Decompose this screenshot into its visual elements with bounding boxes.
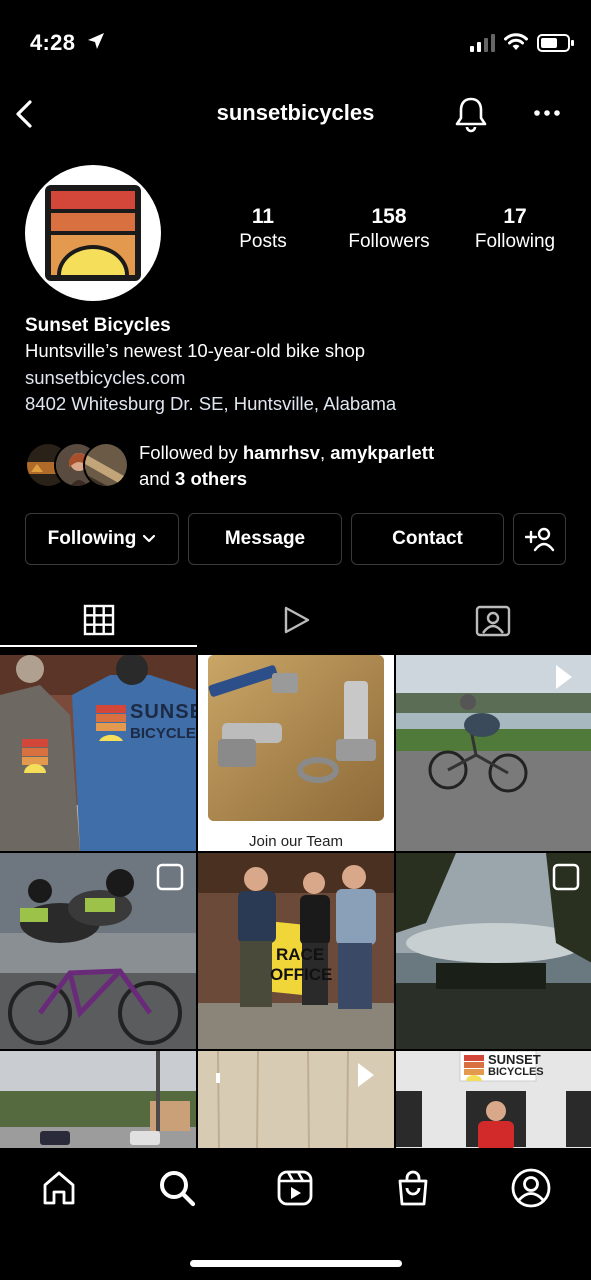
followed-by-and: and — [139, 468, 176, 489]
suggested-users-button[interactable] — [513, 513, 566, 565]
tab-tagged[interactable] — [394, 595, 591, 645]
reels-icon — [284, 606, 309, 634]
location-arrow-icon — [88, 33, 104, 49]
nav-search-button[interactable] — [155, 1166, 199, 1210]
cellular-signal-icon — [470, 34, 495, 52]
post-parking-lot[interactable] — [0, 1051, 196, 1148]
nav-profile-button[interactable] — [509, 1166, 553, 1210]
bell-icon — [455, 97, 487, 133]
more-dots-icon — [534, 110, 560, 116]
tagged-icon — [475, 605, 510, 637]
followed-by-prefix: Followed by — [139, 442, 243, 463]
tab-reels[interactable] — [197, 595, 394, 645]
following-dropdown-button[interactable]: Following — [25, 513, 179, 565]
profile-header-bar: sunsetbicycles — [0, 88, 591, 140]
posts-label: Posts — [239, 231, 287, 252]
following-button-label: Following — [47, 528, 137, 549]
post-shop-storefront[interactable]: SUNSET BICYCLES — [396, 1051, 591, 1148]
notifications-bell-button[interactable] — [452, 94, 490, 134]
followed-by-user-2: amykparlett — [330, 442, 435, 463]
followers-count: 158 — [371, 205, 407, 228]
followed-by-separator: , — [319, 442, 331, 463]
home-icon — [43, 1171, 75, 1205]
more-options-button[interactable] — [530, 98, 564, 128]
profile-bio: Sunset Bicycles Huntsville’s newest 10-y… — [25, 314, 575, 418]
active-tab-indicator — [0, 645, 197, 647]
shop-icon — [398, 1170, 428, 1206]
storefront-sign-2: BICYCLES — [488, 1066, 544, 1078]
following-label: Following — [474, 231, 556, 252]
chevron-down-icon — [143, 534, 156, 543]
bio-text: Huntsville’s newest 10-year-old bike sho… — [25, 340, 366, 361]
profile-username-title: sunsetbicycles — [216, 100, 375, 125]
following-count: 17 — [503, 205, 527, 228]
search-icon — [160, 1171, 196, 1207]
post-tandem-bike[interactable] — [0, 853, 196, 1049]
mutual-avatar-3 — [83, 442, 129, 488]
status-time: 4:28 — [30, 30, 76, 55]
post-race-office[interactable]: RACE OFFICE — [198, 853, 394, 1049]
wifi-icon — [504, 33, 528, 50]
message-button[interactable]: Message — [188, 513, 342, 565]
post-sunset-group[interactable] — [396, 853, 591, 1049]
post-caption-join-team: Join our Team — [249, 833, 343, 850]
posts-count: 11 — [251, 205, 275, 228]
add-person-icon — [524, 527, 554, 552]
battery-icon — [537, 34, 574, 52]
post-join-our-team[interactable]: Join our Team — [198, 655, 394, 851]
tab-posts-grid[interactable] — [0, 595, 197, 645]
reels-nav-icon — [277, 1170, 313, 1206]
nav-reels-button[interactable] — [273, 1166, 317, 1210]
message-button-label: Message — [224, 528, 306, 549]
website-link[interactable]: sunsetbicycles.com — [25, 365, 575, 392]
profile-display-name: Sunset Bicycles — [25, 315, 171, 336]
home-indicator-bar[interactable] — [190, 1260, 402, 1267]
followed-by-text[interactable]: Followed by hamrhsv, amykparlett and 3 o… — [139, 440, 434, 492]
profile-icon — [511, 1168, 551, 1208]
grid-icon — [83, 604, 114, 636]
profile-content-tabs — [0, 595, 591, 650]
followed-by-others: 3 others — [175, 468, 247, 489]
bottom-navigation — [0, 1148, 591, 1280]
storefront-sign-1: SUNSET — [488, 1052, 541, 1067]
nav-shop-button[interactable] — [391, 1166, 435, 1210]
posts-stat[interactable]: 11 Posts — [203, 205, 323, 253]
race-office-sign-2: OFFICE — [270, 965, 333, 984]
address-link[interactable]: 8402 Whitesburg Dr. SE, Huntsville, Alab… — [25, 391, 575, 418]
followed-by-user-1: hamrhsv — [242, 442, 320, 463]
following-stat[interactable]: 17 Following — [455, 205, 575, 253]
followers-stat[interactable]: 158 Followers — [329, 205, 449, 253]
post-tshirts[interactable]: SUNSET BICYCLES — [0, 655, 196, 851]
nav-home-button[interactable] — [37, 1166, 81, 1210]
followers-label: Followers — [348, 231, 430, 252]
sunset-logo — [45, 185, 141, 281]
tshirt-print-2: BICYCLES — [130, 725, 196, 742]
status-bar: 4:28 — [0, 0, 591, 88]
contact-button-label: Contact — [392, 528, 463, 549]
contact-button[interactable]: Contact — [351, 513, 504, 565]
mutual-followers-avatars[interactable] — [25, 442, 129, 488]
post-wood-panel[interactable] — [198, 1051, 394, 1148]
tshirt-print-1: SUNSET — [130, 701, 196, 723]
profile-avatar[interactable] — [25, 165, 161, 301]
race-office-sign-1: RACE — [276, 945, 325, 964]
posts-grid: SUNSET BICYCLES Join our Team — [0, 655, 591, 1148]
post-cyclist-lake[interactable] — [396, 655, 591, 851]
